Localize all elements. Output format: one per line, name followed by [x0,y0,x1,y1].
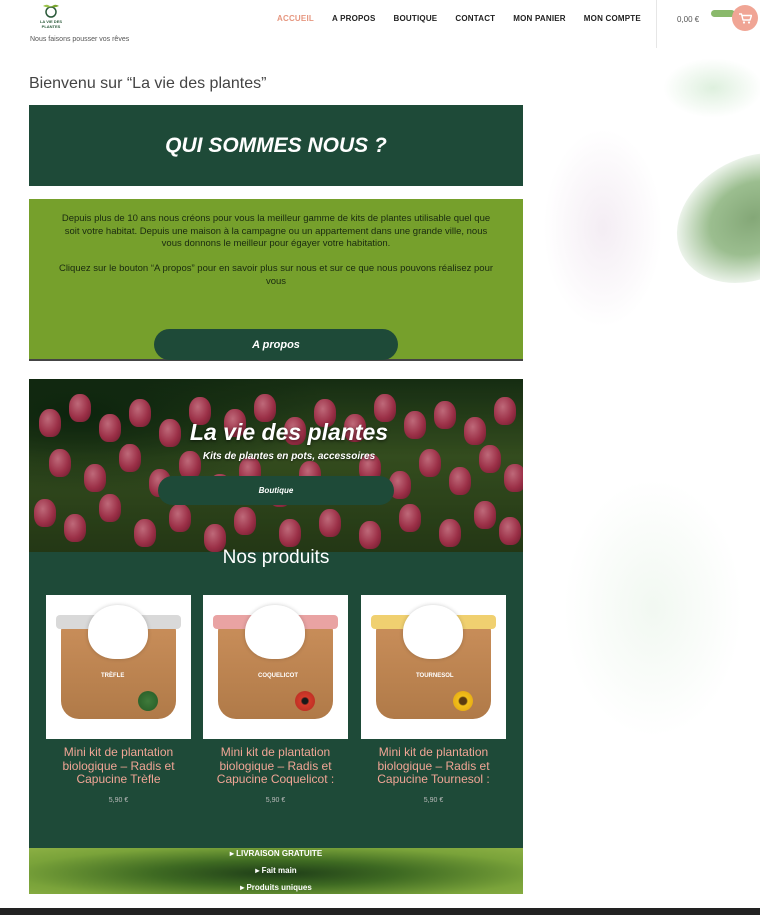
about-text: Depuis plus de 10 ans nous créons pour v… [57,213,495,288]
pot-label: TOURNESOL [416,673,454,679]
background-tint [563,478,743,738]
product-image[interactable]: TOURNESOL [361,595,506,739]
features-band: ▸ LIVRAISON GRATUITE ▸ Fait main ▸ Produ… [29,848,523,894]
product-card[interactable]: COQUELICOT Mini kit de plantation biolog… [203,595,348,804]
shopping-cart-icon [738,12,752,24]
site-tagline: Nous faisons pousser vos rêves [30,36,130,43]
boutique-button[interactable]: Boutique [158,476,394,505]
product-card[interactable]: TOURNESOL Mini kit de plantation biologi… [361,595,506,804]
product-image[interactable]: COQUELICOT [203,595,348,739]
svg-text:PLANTES: PLANTES [42,24,61,29]
feature-item: ▸ Produits uniques [240,883,312,892]
hero-banner: La vie des plantes Kits de plantes en po… [29,379,523,552]
nav-item-mon-panier[interactable]: MON PANIER [513,14,566,23]
product-price: 5,90 € [265,796,286,804]
feature-item: ▸ Fait main [255,866,297,875]
background-decoration [523,48,760,908]
pot-label: COQUELICOT [258,673,298,679]
pot-dome [88,605,148,659]
product-name[interactable]: Mini kit de plantation biologique – Radi… [203,745,348,787]
cart-button[interactable] [732,5,758,31]
pot-label: TRÈFLE [101,673,125,679]
about-paragraph: Depuis plus de 10 ans nous créons pour v… [61,213,491,249]
background-tint [663,58,760,118]
logo-icon: LA VIE DES PLANTES [40,4,62,29]
site-logo[interactable]: LA VIE DES PLANTES [33,3,69,31]
feature-label: LIVRAISON GRATUITE [236,849,323,858]
product-name[interactable]: Mini kit de plantation biologique – Radi… [46,745,191,787]
main-navigation: ACCUEIL A PROPOS BOUTIQUE CONTACT MON PA… [277,14,641,23]
nav-item-accueil[interactable]: ACCUEIL [277,14,314,23]
header-divider [656,0,657,48]
footer-bar [0,908,760,915]
product-price: 5,90 € [108,796,129,804]
product-image[interactable]: TRÈFLE [46,595,191,739]
feature-label: Fait main [261,866,297,875]
nav-item-a-propos[interactable]: A PROPOS [332,14,376,23]
background-leaf-image [654,127,760,309]
background-tint [543,128,663,328]
poppy-icon [295,691,315,711]
about-paragraph: Cliquez sur le bouton “A propos” pour en… [58,263,494,287]
pot-dome [245,605,305,659]
sunflower-icon [453,691,473,711]
hero-overlay [29,379,523,552]
a-propos-button[interactable]: A propos [154,329,398,360]
nav-item-contact[interactable]: CONTACT [455,14,495,23]
product-name[interactable]: Mini kit de plantation biologique – Radi… [361,745,506,787]
about-section: Depuis plus de 10 ans nous créons pour v… [29,199,523,361]
product-price: 5,90 € [423,796,444,804]
cart-total[interactable]: 0,00 € [677,15,699,24]
about-heading-block: QUI SOMMES NOUS ? [29,105,523,186]
plant-icon [138,691,158,711]
pot-dome [403,605,463,659]
hero-title: La vie des plantes [189,419,389,445]
products-section: Nos produits TRÈFLE Mini kit de plantati… [29,547,523,848]
site-header: LA VIE DES PLANTES Nous faisons pousser … [0,0,760,48]
about-heading: QUI SOMMES NOUS ? [165,133,387,157]
feature-label: Produits uniques [246,883,312,892]
nav-item-mon-compte[interactable]: MON COMPTE [584,14,641,23]
page-title: Bienvenu sur “La vie des plantes” [29,75,267,92]
hero-subtitle: Kits de plantes en pots, accessoires [202,451,376,462]
product-card[interactable]: TRÈFLE Mini kit de plantation biologique… [46,595,191,804]
nav-item-boutique[interactable]: BOUTIQUE [394,14,438,23]
products-title: Nos produits [222,547,330,568]
feature-item: ▸ LIVRAISON GRATUITE [229,849,323,858]
